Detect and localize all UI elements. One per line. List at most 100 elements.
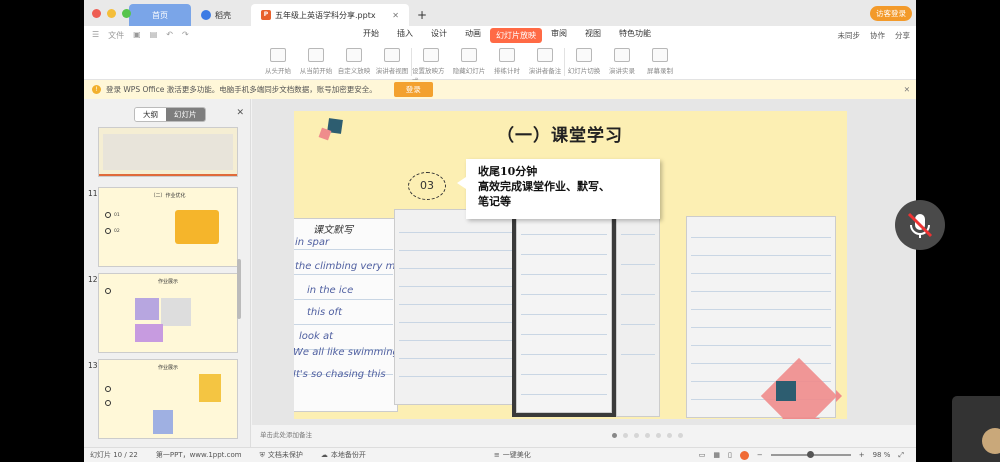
title-bar: 首页 稻壳 P 五年级上英语学科分享.pptx ✕ + 访客登录 [84, 0, 916, 26]
zoom-thumb[interactable] [806, 451, 814, 458]
wps-window: 首页 稻壳 P 五年级上英语学科分享.pptx ✕ + 访客登录 ☰ 文件 ▣ … [84, 0, 916, 462]
quick-access-toolbar: ☰ 文件 ▣ ▤ ↶ ↷ [92, 30, 189, 41]
from-beginning-button[interactable]: 从头开始 [259, 44, 297, 75]
main-menu: 开始 插入 设计 动画 幻灯片放映 审阅 视图 特色功能 [354, 27, 660, 43]
stopwatch-icon [499, 48, 515, 62]
page-dot[interactable] [634, 433, 639, 438]
menu-review[interactable]: 审阅 [542, 28, 576, 43]
maximize-window-button[interactable] [122, 9, 131, 18]
page-dot[interactable] [612, 433, 617, 438]
reading-view-icon[interactable]: ▯ [728, 451, 732, 459]
tab-docer[interactable]: 稻壳 [191, 4, 251, 26]
tab-home[interactable]: 首页 [129, 4, 191, 26]
close-tab-icon[interactable]: ✕ [392, 11, 399, 20]
page-dot[interactable] [667, 433, 672, 438]
menu-design[interactable]: 设计 [422, 28, 456, 43]
slide-indicator: 幻灯片 10 / 22 [90, 451, 138, 459]
zoom-in-icon[interactable]: + [859, 451, 865, 459]
speaker-notes-button[interactable]: 演讲者备注 [526, 44, 564, 75]
zoom-out-icon[interactable]: − [757, 451, 763, 459]
sorter-view-icon[interactable]: ▦ [713, 451, 720, 459]
page-dot[interactable] [623, 433, 628, 438]
muted-microphone-button[interactable] [895, 200, 945, 250]
menu-animation[interactable]: 动画 [456, 28, 490, 43]
play-icon[interactable] [739, 450, 749, 460]
presenter-view-button[interactable]: 演讲者视图 [373, 44, 411, 75]
callout-line-2: 高效完成课堂作业、默写、 [478, 180, 610, 193]
slide[interactable]: （一）课堂学习 03 课文默写 in spar the climbing ver… [294, 111, 847, 419]
notice-login-button[interactable]: 登录 [393, 82, 433, 97]
collaborate-button[interactable]: 协作 [870, 30, 885, 41]
handwriting-line: the climbing very much [295, 261, 397, 272]
zoom-level[interactable]: 98 % [873, 451, 891, 459]
share-button[interactable]: 分享 [895, 30, 910, 41]
slide-thumbnail-12[interactable]: 作业展示 [98, 273, 238, 353]
login-notice-bar: ! 登录 WPS Office 激活更多功能。电脑手机多端同步文档数据，账号加密… [84, 80, 916, 99]
slide-thumbnail-13[interactable]: 作业展示 [98, 359, 238, 439]
camera-preview [952, 396, 1000, 462]
notes-area[interactable]: 单击此处添加备注 [252, 425, 916, 447]
zoom-slider[interactable] [770, 451, 851, 458]
tab-docer-label: 稻壳 [215, 10, 231, 20]
page-dot[interactable] [645, 433, 650, 438]
screen-record-button[interactable]: 屏幕录制 [641, 44, 679, 75]
handwriting-line: look at [299, 331, 334, 342]
menu-icon[interactable]: ☰ [92, 30, 99, 41]
minimize-window-button[interactable] [107, 9, 116, 18]
callout-box: 收尾10分钟 高效完成课堂作业、默写、 笔记等 [457, 159, 660, 219]
backup-status[interactable]: ☁ 本地备份开 [321, 450, 366, 460]
menu-slideshow[interactable]: 幻灯片放映 [490, 27, 542, 43]
sync-status[interactable]: 未同步 [838, 30, 861, 41]
undo-icon[interactable]: ↶ [166, 30, 173, 41]
tab-document[interactable]: P 五年级上英语学科分享.pptx ✕ [251, 4, 409, 26]
custom-show-button[interactable]: 自定义放映 [335, 44, 373, 75]
tab-slides[interactable]: 幻灯片 [166, 108, 205, 121]
status-bar: 幻灯片 10 / 22 第一PPT，www.1ppt.com ⛨ 文档未保护 ☁ 本… [84, 447, 916, 462]
worksheet-photo-3 [516, 213, 612, 413]
record-presentation-button[interactable]: 演讲实录 [603, 44, 641, 75]
projector-icon [270, 48, 286, 62]
rehearse-timing-button[interactable]: 排练计时 [488, 44, 526, 75]
print-icon[interactable]: ▤ [150, 30, 158, 41]
slide-number-12: 12 [88, 275, 98, 284]
save-icon[interactable]: ▣ [133, 30, 141, 41]
redo-icon[interactable]: ↷ [182, 30, 189, 41]
thumbnail-row [105, 288, 111, 294]
info-icon: ! [92, 85, 101, 94]
close-window-button[interactable] [92, 9, 101, 18]
protect-status[interactable]: ⛨ 文档未保护 [260, 450, 303, 460]
menu-view[interactable]: 视图 [576, 28, 610, 43]
normal-view-icon[interactable]: ▭ [699, 451, 706, 459]
menu-file[interactable]: 文件 [108, 30, 124, 41]
slide-thumbnail-11[interactable]: （二）作业优化 01 02 [98, 187, 238, 267]
thumbnail-image [135, 298, 159, 320]
setup-show-button[interactable]: 设置放映方式 [412, 44, 450, 85]
new-tab-button[interactable]: + [409, 4, 435, 26]
menu-start[interactable]: 开始 [354, 28, 388, 43]
workspace: 大纲 幻灯片 ✕ 11 （二）作业优化 01 02 12 作业展示 13 作业展… [84, 99, 916, 447]
slide-thumbnail-10[interactable] [98, 127, 238, 177]
page-dot[interactable] [656, 433, 661, 438]
transition-button[interactable]: 幻灯片切换 [565, 44, 603, 75]
login-button[interactable]: 访客登录 [870, 6, 912, 21]
fit-window-icon[interactable]: ⤢ [898, 451, 904, 460]
panel-scrollbar[interactable] [237, 259, 241, 319]
menu-features[interactable]: 特色功能 [610, 28, 660, 43]
menu-right: 未同步 协作 分享 [838, 30, 911, 41]
from-current-button[interactable]: 从当前开始 [297, 44, 335, 75]
callout-line-3: 笔记等 [478, 195, 511, 208]
menu-insert[interactable]: 插入 [388, 28, 422, 43]
beautify-button[interactable]: ≡ 一键美化 [494, 450, 531, 460]
handwriting-line: We all like swimming [294, 347, 398, 358]
panel-tabs: 大纲 幻灯片 [134, 107, 206, 122]
camera-icon [614, 48, 630, 62]
close-panel-icon[interactable]: ✕ [236, 108, 244, 118]
slide-canvas: （一）课堂学习 03 课文默写 in spar the climbing ver… [252, 99, 916, 425]
slide-heading: （一）课堂学习 [497, 126, 623, 146]
docer-icon [201, 10, 211, 20]
slide-number-13: 13 [88, 361, 98, 370]
tab-outline[interactable]: 大纲 [135, 108, 166, 121]
page-dot[interactable] [678, 433, 683, 438]
close-notice-icon[interactable]: ✕ [904, 85, 910, 94]
hide-slide-button[interactable]: 隐藏幻灯片 [450, 44, 488, 75]
